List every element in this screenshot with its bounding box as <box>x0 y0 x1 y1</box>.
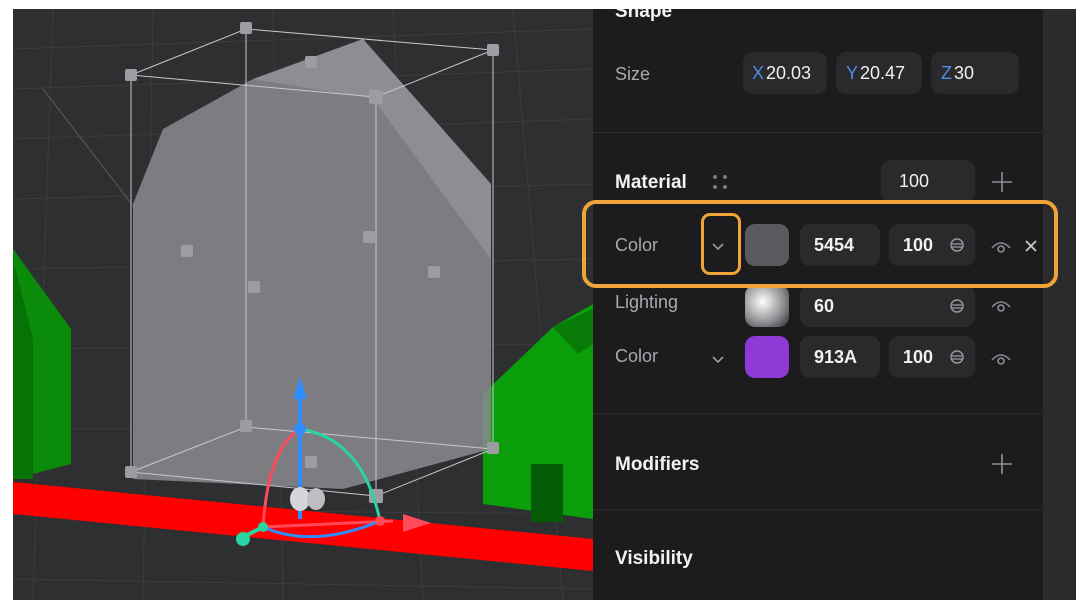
size-label: Size <box>615 64 651 84</box>
shape-section-title: Shape <box>615 9 673 22</box>
material-section-title: Material <box>615 172 687 193</box>
material-opacity-input[interactable]: 100 <box>881 160 975 202</box>
left-green-house[interactable] <box>13 249 71 479</box>
chevron-down-icon[interactable] <box>710 351 726 367</box>
color-hex-input[interactable]: 5454 <box>800 224 880 266</box>
opacity-drop-icon <box>950 350 964 364</box>
size-x-value: 20.03 <box>766 63 812 83</box>
y-axis-label: Y <box>846 63 859 83</box>
x-axis-label: X <box>752 63 765 83</box>
add-material-plus-icon[interactable] <box>990 170 1014 194</box>
opacity-drop-icon <box>950 238 964 252</box>
lighting-value-input[interactable]: 60 <box>800 285 975 327</box>
lighting-layer-label: Lighting <box>615 292 679 312</box>
scene-canvas[interactable] <box>13 9 593 600</box>
3d-viewport[interactable] <box>13 9 593 600</box>
z-axis-label: Z <box>941 63 952 83</box>
selected-gray-house[interactable] <box>133 39 491 489</box>
color-2-eye-icon[interactable] <box>990 348 1012 370</box>
divider <box>593 413 1046 414</box>
grip-dots-icon[interactable] <box>709 171 731 193</box>
color-2-hex-input[interactable]: 913A <box>800 336 880 378</box>
color-swatch[interactable] <box>745 224 789 266</box>
properties-panel: Shape Size X 20.03 Y 20.47 Z 30 Material 10… <box>593 9 1046 600</box>
color-2-opacity-input[interactable]: 100 <box>889 336 975 378</box>
divider <box>593 132 1046 133</box>
color-layer-2-label: Color <box>615 346 659 366</box>
lighting-swatch[interactable] <box>745 285 789 327</box>
right-green-house[interactable] <box>483 304 593 522</box>
visibility-eye-icon[interactable] <box>990 236 1012 258</box>
size-y-input[interactable]: Y 20.47 <box>836 52 922 94</box>
chevron-down-icon[interactable] <box>710 238 726 254</box>
panel-scroll-edge <box>1043 9 1076 600</box>
color-opacity-value: 100 <box>903 235 934 255</box>
lighting-eye-icon[interactable] <box>990 295 1012 317</box>
color-opacity-input[interactable]: 100 <box>889 224 975 266</box>
visibility-section-title: Visibility <box>615 548 693 569</box>
color-2-swatch[interactable] <box>745 336 789 378</box>
size-x-input[interactable]: X 20.03 <box>743 52 827 94</box>
divider <box>593 509 1046 510</box>
size-y-value: 20.47 <box>860 63 906 83</box>
add-modifier-plus-icon[interactable] <box>990 452 1014 476</box>
modifiers-section-title: Modifiers <box>615 454 700 475</box>
app-window: Shape Size X 20.03 Y 20.47 Z 30 Material 10… <box>0 0 1076 600</box>
close-icon[interactable] <box>1022 237 1040 255</box>
size-z-input[interactable]: Z 30 <box>931 52 1019 94</box>
color-2-opacity-value: 100 <box>903 347 934 367</box>
color-layer-label: Color <box>615 235 659 255</box>
lighting-value: 60 <box>814 296 835 316</box>
size-z-value: 30 <box>954 63 975 83</box>
opacity-drop-icon <box>950 299 964 313</box>
